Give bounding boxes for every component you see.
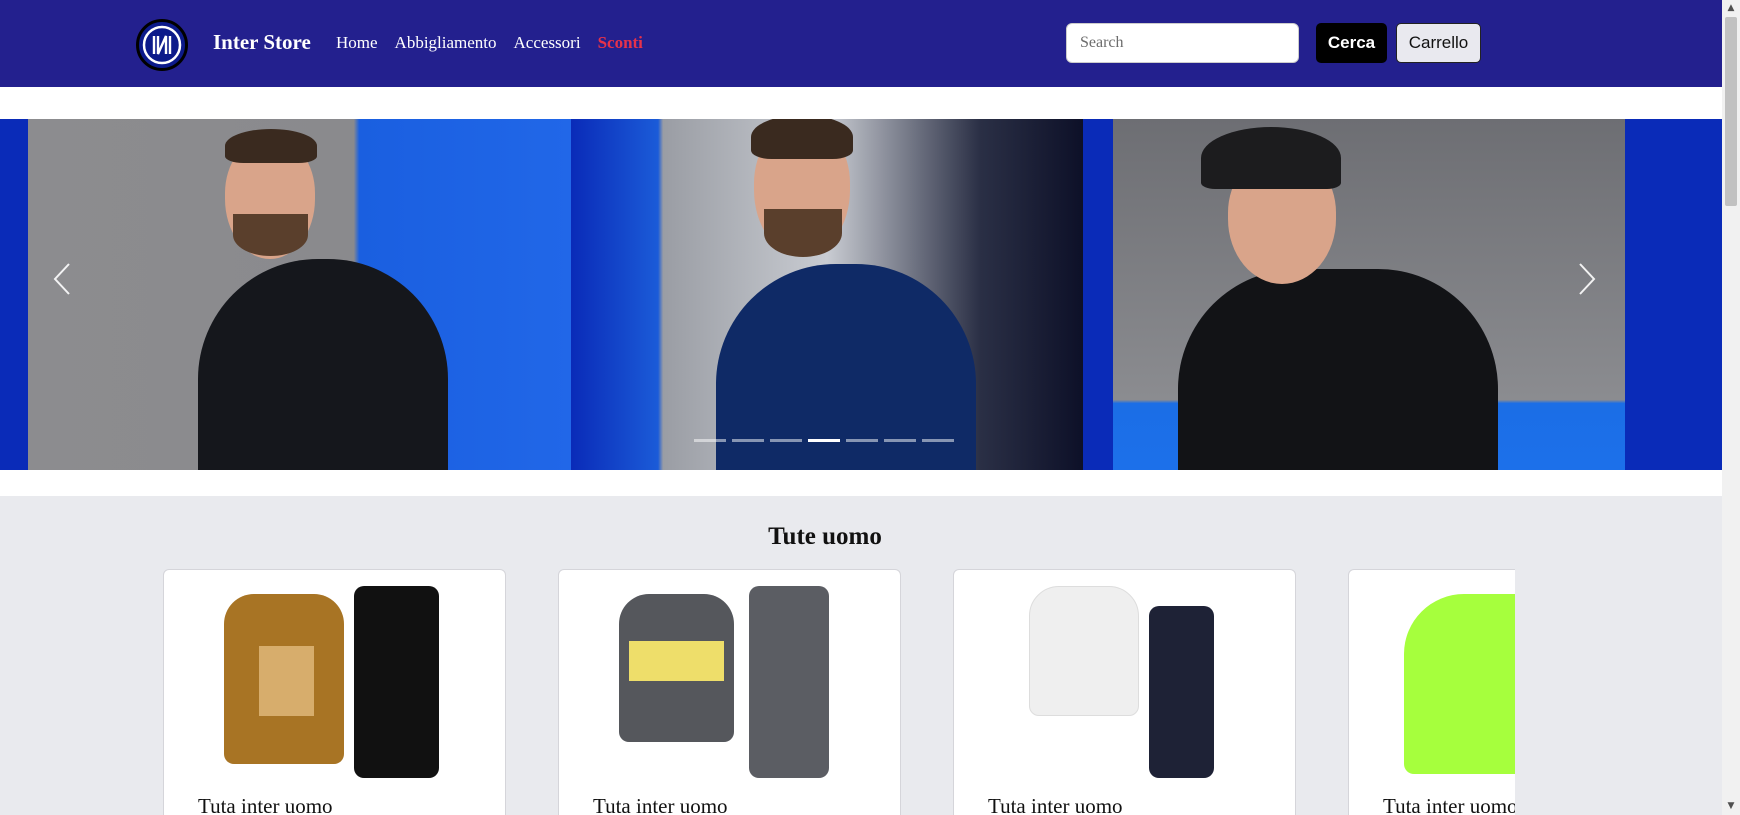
carousel-slide-2 bbox=[571, 119, 1083, 470]
product-card[interactable]: Tuta inter uomo bbox=[1348, 569, 1515, 815]
nav-abbigliamento[interactable]: Abbigliamento bbox=[395, 33, 497, 53]
product-image bbox=[954, 586, 1295, 778]
carousel-indicators bbox=[694, 439, 954, 442]
product-card[interactable]: Tuta inter uomo bbox=[163, 569, 506, 815]
brand-name[interactable]: Inter Store bbox=[213, 30, 311, 55]
product-image bbox=[164, 586, 505, 778]
chevron-left-icon bbox=[53, 263, 70, 295]
carousel-indicator[interactable] bbox=[770, 439, 802, 442]
product-image bbox=[1349, 586, 1515, 778]
page-scrollbar[interactable]: ▲ ▼ bbox=[1722, 0, 1740, 815]
inter-logo-icon bbox=[142, 25, 182, 65]
nav-accessori[interactable]: Accessori bbox=[514, 33, 581, 53]
nav-sconti[interactable]: Sconti bbox=[598, 33, 643, 53]
carousel-indicator[interactable] bbox=[846, 439, 878, 442]
inter-logo[interactable] bbox=[136, 19, 188, 71]
navbar: Inter Store Home Abbigliamento Accessori… bbox=[0, 0, 1722, 87]
scroll-down-icon[interactable]: ▼ bbox=[1722, 798, 1740, 815]
carousel-slide-1 bbox=[28, 119, 571, 470]
nav-home[interactable]: Home bbox=[336, 33, 378, 53]
carousel-indicator[interactable] bbox=[884, 439, 916, 442]
carousel-indicator[interactable] bbox=[732, 439, 764, 442]
chevron-right-icon bbox=[1579, 263, 1596, 295]
product-title[interactable]: Tuta inter uomo bbox=[1383, 794, 1515, 815]
product-title[interactable]: Tuta inter uomo bbox=[988, 794, 1123, 815]
scrollbar-thumb[interactable] bbox=[1725, 17, 1737, 206]
hero-carousel bbox=[0, 119, 1722, 470]
carousel-next-button[interactable] bbox=[1567, 239, 1607, 319]
search-button[interactable]: Cerca bbox=[1316, 23, 1387, 63]
search-input[interactable] bbox=[1066, 23, 1299, 63]
product-card[interactable]: Tuta inter uomo bbox=[558, 569, 901, 815]
section-title: Tute uomo bbox=[768, 523, 882, 550]
product-cards: Tuta inter uomo Tuta inter uomo Tuta int… bbox=[163, 569, 1515, 815]
scroll-up-icon[interactable]: ▲ bbox=[1722, 0, 1740, 17]
carousel-slide-3 bbox=[1113, 119, 1625, 470]
product-title[interactable]: Tuta inter uomo bbox=[198, 794, 333, 815]
carousel-indicator-active[interactable] bbox=[808, 439, 840, 442]
product-title[interactable]: Tuta inter uomo bbox=[593, 794, 728, 815]
product-image bbox=[559, 586, 900, 778]
carousel-indicator[interactable] bbox=[694, 439, 726, 442]
carousel-prev-button[interactable] bbox=[42, 239, 82, 319]
cart-button[interactable]: Carrello bbox=[1396, 23, 1481, 63]
carousel-indicator[interactable] bbox=[922, 439, 954, 442]
product-card[interactable]: Tuta inter uomo bbox=[953, 569, 1296, 815]
main-nav: Home Abbigliamento Accessori Sconti bbox=[336, 33, 643, 53]
